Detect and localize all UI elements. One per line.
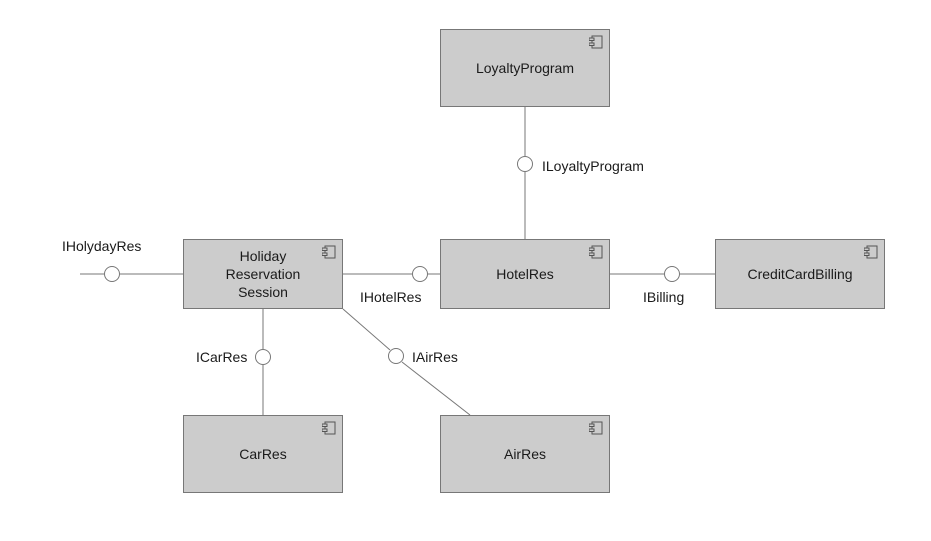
socket-iloyaltyprogram[interactable] [517, 156, 533, 172]
label-ihotelres: IHotelRes [360, 289, 421, 305]
component-label: CreditCardBilling [747, 265, 852, 283]
component-label: LoyaltyProgram [476, 59, 574, 77]
component-icon [589, 35, 603, 49]
component-hotel-res[interactable]: HotelRes [440, 239, 610, 309]
component-air-res[interactable]: AirRes [440, 415, 610, 493]
socket-iairres[interactable] [388, 348, 404, 364]
component-loyalty-program[interactable]: LoyaltyProgram [440, 29, 610, 107]
socket-icarres[interactable] [255, 349, 271, 365]
component-label: Holiday Reservation Session [226, 247, 301, 302]
component-holiday-reservation-session[interactable]: Holiday Reservation Session [183, 239, 343, 309]
component-icon [322, 245, 336, 259]
label-iholydayres: IHolydayRes [62, 238, 141, 254]
socket-ibilling[interactable] [664, 266, 680, 282]
component-car-res[interactable]: CarRes [183, 415, 343, 493]
component-label: AirRes [504, 445, 546, 463]
component-icon [589, 421, 603, 435]
component-label: HotelRes [496, 265, 554, 283]
component-icon [864, 245, 878, 259]
component-label: CarRes [239, 445, 286, 463]
label-iairres: IAirRes [412, 349, 458, 365]
component-icon [322, 421, 336, 435]
label-icarres: ICarRes [196, 349, 247, 365]
socket-ihotelres[interactable] [412, 266, 428, 282]
label-iloyaltyprogram: ILoyaltyProgram [542, 158, 644, 174]
socket-iholydayres[interactable] [104, 266, 120, 282]
component-credit-card-billing[interactable]: CreditCardBilling [715, 239, 885, 309]
label-ibilling: IBilling [643, 289, 684, 305]
diagram-canvas: LoyaltyProgram Holiday Reservation Sessi… [0, 0, 931, 541]
component-icon [589, 245, 603, 259]
